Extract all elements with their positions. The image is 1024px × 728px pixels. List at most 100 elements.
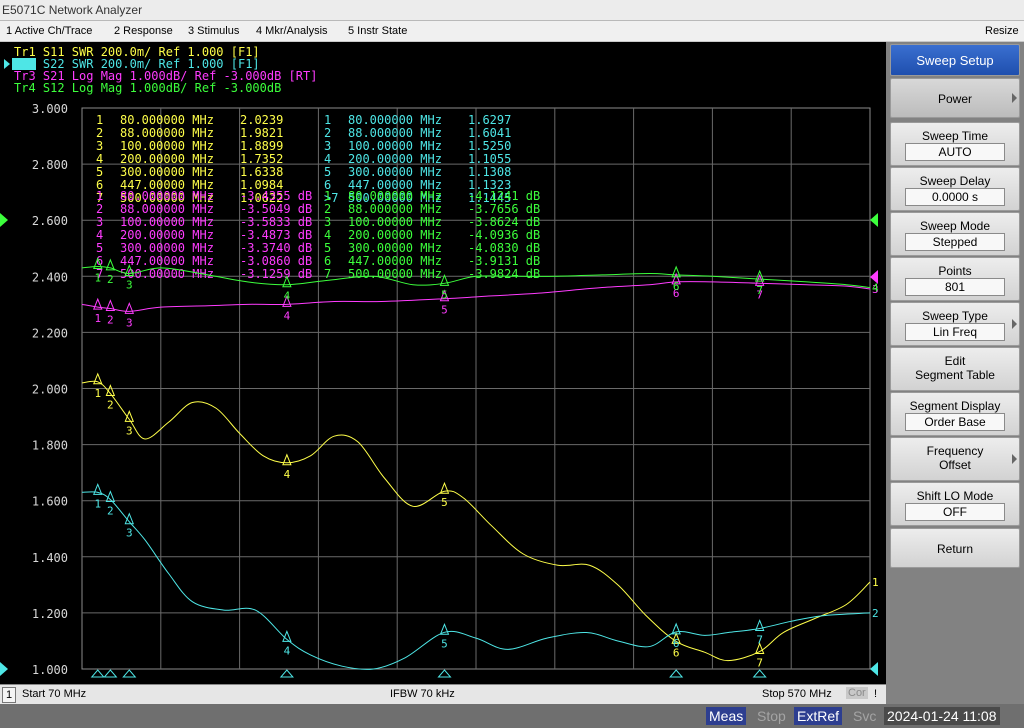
sweep-delay-value[interactable]: 0.0000 s xyxy=(905,188,1005,206)
marker-table-tr2-freq: 300.00000 MHz xyxy=(348,165,442,179)
sweep-time-value[interactable]: AUTO xyxy=(905,143,1005,161)
marker-label: 5 xyxy=(441,288,448,301)
marker-label: 7 xyxy=(756,284,763,297)
marker-label: 1 xyxy=(94,271,101,284)
marker-table-tr2-num: 1 xyxy=(324,113,331,127)
frequency-offset-button[interactable]: Frequency Offset xyxy=(890,437,1020,481)
marker-table-tr2-value: 1.6297 xyxy=(468,113,511,127)
marker-table-tr1-value: 2.0239 xyxy=(240,113,283,127)
submenu-arrow-icon xyxy=(1012,93,1017,103)
shift-lo-mode-value[interactable]: OFF xyxy=(905,503,1005,521)
menu-response[interactable]: 2 Response xyxy=(114,25,173,37)
sweep-mode-button[interactable]: Sweep Mode Stepped xyxy=(890,212,1020,256)
marker-table-tr3-num: 2 xyxy=(96,202,103,216)
menu-active-ch-trace[interactable]: 1 Active Ch/Trace xyxy=(6,25,92,37)
marker-table-tr2-freq: 88.000000 MHz xyxy=(348,126,442,140)
marker-label: 3 xyxy=(126,527,133,540)
shift-lo-mode-label: Shift LO Mode xyxy=(916,489,994,503)
marker-table-tr3-freq: 500.00000 MHz xyxy=(120,267,214,281)
marker-table-tr3-num: 1 xyxy=(96,189,103,203)
marker-table-tr2-num: 4 xyxy=(324,152,331,166)
segment-display-label: Segment Display xyxy=(909,399,1001,413)
power-label: Power xyxy=(937,92,972,106)
marker-table-tr4-freq: 88.000000 MHz xyxy=(348,202,442,216)
marker-table-tr4-value: -3.8624 dB xyxy=(468,215,540,229)
marker-table-tr4-num: 1 xyxy=(324,189,331,203)
marker-table-tr3-freq: 200.00000 MHz xyxy=(120,228,214,242)
marker-table-tr1-freq: 300.00000 MHz xyxy=(120,165,214,179)
marker-table-tr4-freq: 200.00000 MHz xyxy=(348,228,442,242)
y-tick-label: 1.000 xyxy=(32,663,68,677)
marker-table-tr3-value: -3.3740 dB xyxy=(240,241,312,255)
meas-indicator: Meas xyxy=(706,707,747,725)
frequency-offset-label-1: Frequency xyxy=(926,444,984,458)
sweep-type-value[interactable]: Lin Freq xyxy=(905,323,1005,341)
marker-table-tr2-freq: 200.00000 MHz xyxy=(348,152,442,166)
active-trace-arrow-icon xyxy=(4,59,10,69)
ref-arrow-right-icon xyxy=(870,213,878,227)
marker-table-tr3-value: -3.5049 dB xyxy=(240,202,312,216)
marker-table-tr1-freq: 88.000000 MHz xyxy=(120,126,214,140)
marker-label: 1 xyxy=(94,497,101,510)
sweep-mode-value[interactable]: Stepped xyxy=(905,233,1005,251)
sweep-type-button[interactable]: Sweep Type Lin Freq xyxy=(890,302,1020,346)
marker-table-tr2-value: 1.1308 xyxy=(468,165,511,179)
points-value[interactable]: 801 xyxy=(905,278,1005,296)
datetime: 2024-01-24 11:08 xyxy=(884,707,1000,725)
marker-table-tr4-value: -4.0830 dB xyxy=(468,241,540,255)
menu-bar: 1 Active Ch/Trace 2 Response 3 Stimulus … xyxy=(0,21,1024,42)
sweep-delay-label: Sweep Delay xyxy=(919,174,991,188)
start-frequency[interactable]: Start 70 MHz xyxy=(22,688,86,700)
sweep-time-label: Sweep Time xyxy=(921,129,989,143)
marker-table-tr1-freq: 100.00000 MHz xyxy=(120,139,214,153)
menu-instr-state[interactable]: 5 Instr State xyxy=(348,25,407,37)
points-button[interactable]: Points 801 xyxy=(890,257,1020,301)
y-tick-label: 1.200 xyxy=(32,607,68,621)
y-tick-label: 1.800 xyxy=(32,439,68,453)
sweep-delay-button[interactable]: Sweep Delay 0.0000 s xyxy=(890,167,1020,211)
menu-stimulus[interactable]: 3 Stimulus xyxy=(188,25,239,37)
marker-table-tr1-value: 1.7352 xyxy=(240,152,283,166)
trace-legend-4: Tr4 S12 Log Mag 1.000dB/ Ref -3.000dB xyxy=(14,81,281,95)
marker-label: 2 xyxy=(107,505,114,518)
marker-table-tr4-freq: 500.00000 MHz xyxy=(348,267,442,281)
y-tick-label: 3.000 xyxy=(32,102,68,116)
menu-resize[interactable]: Resize xyxy=(985,25,1019,37)
marker-table-tr1-value: 1.9821 xyxy=(240,126,283,140)
marker-table-tr2-value: 1.5250 xyxy=(468,139,511,153)
ref-arrow-right-icon xyxy=(870,662,878,676)
marker-table-tr2-num: 3 xyxy=(324,139,331,153)
shift-lo-mode-button[interactable]: Shift LO Mode OFF xyxy=(890,482,1020,526)
marker-table-tr3-freq: 300.00000 MHz xyxy=(120,241,214,255)
marker-table-tr2-value: 1.1055 xyxy=(468,152,511,166)
channel-status-bar: 1 Start 70 MHz IFBW 70 kHz Stop 570 MHz … xyxy=(0,684,886,705)
menu-mkr-analysis[interactable]: 4 Mkr/Analysis xyxy=(256,25,328,37)
y-tick-label: 2.200 xyxy=(32,326,68,340)
stimulus-marker-icon xyxy=(437,669,452,678)
stop-frequency[interactable]: Stop 570 MHz xyxy=(762,688,832,700)
sweep-time-button[interactable]: Sweep Time AUTO xyxy=(890,122,1020,166)
power-button[interactable]: Power xyxy=(890,78,1020,118)
submenu-arrow-icon xyxy=(1012,454,1017,464)
extref-indicator: ExtRef xyxy=(794,707,843,725)
trace-display[interactable]: 3.000 2.800 2.600 2.400 2.200 2.000 1.800 1.600… xyxy=(0,42,886,684)
marker-label: 6 xyxy=(673,637,680,650)
frequency-offset-label-2: Offset xyxy=(939,458,971,472)
marker-table-tr4-freq: 447.00000 MHz xyxy=(348,254,442,268)
y-tick-label: 2.000 xyxy=(32,383,68,397)
ifbw-value[interactable]: IFBW 70 kHz xyxy=(390,688,455,700)
marker-table-tr4-num: 2 xyxy=(324,202,331,216)
segment-display-value[interactable]: Order Base xyxy=(905,413,1005,431)
warning-indicator: ! xyxy=(874,688,878,700)
marker-label: 4 xyxy=(284,644,291,657)
return-button[interactable]: Return xyxy=(890,528,1020,568)
marker-table-tr3-num: 3 xyxy=(96,215,103,229)
segment-display-button[interactable]: Segment Display Order Base xyxy=(890,392,1020,436)
marker-table-tr3-freq: 447.00000 MHz xyxy=(120,254,214,268)
marker-table-tr4-value: -4.1241 dB xyxy=(468,189,540,203)
edit-segment-table-button[interactable]: Edit Segment Table xyxy=(890,347,1020,391)
marker-label: 3 xyxy=(126,316,133,329)
marker-table-tr4-value: -4.0936 dB xyxy=(468,228,540,242)
y-tick-label: 1.400 xyxy=(32,551,68,565)
marker-label: 3 xyxy=(126,424,133,437)
